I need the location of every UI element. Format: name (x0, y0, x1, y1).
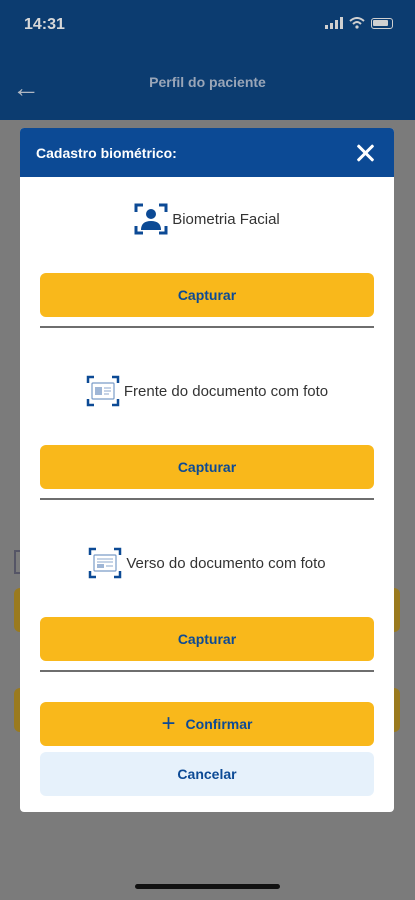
plus-icon: + (161, 710, 176, 737)
battery-icon (371, 17, 393, 29)
page-title: Perfil do paciente (149, 74, 266, 90)
modal-footer: + Confirmar Cancelar (40, 702, 374, 796)
facial-biometry-text: Biometria Facial (172, 210, 280, 228)
document-front-text: Frente do documento com foto (123, 382, 329, 400)
divider (40, 498, 374, 500)
modal-title: Cadastro biométrico: (36, 144, 177, 161)
home-indicator (135, 884, 280, 889)
capture-document-back-button[interactable]: Capturar (40, 617, 374, 661)
confirm-label: Confirmar (185, 716, 253, 732)
status-time: 14:31 (24, 16, 65, 33)
document-front-icon (86, 375, 120, 407)
facial-biometry-section: Biometria Facial Capturar (40, 201, 374, 317)
document-back-section: Verso do documento com foto Capturar (40, 545, 374, 661)
modal-header: Cadastro biométrico: (20, 128, 394, 177)
document-back-icon (89, 547, 122, 579)
capture-face-button[interactable]: Capturar (40, 273, 374, 317)
facial-biometry-label: Biometria Facial (40, 201, 374, 237)
face-scan-icon (134, 203, 168, 235)
biometric-modal: Cadastro biométrico: Biometria Facial Ca… (20, 128, 394, 812)
document-back-label: Verso do documento com foto (40, 545, 374, 581)
status-bar: 14:31 (0, 0, 415, 50)
capture-document-front-button[interactable]: Capturar (40, 445, 374, 489)
divider (40, 670, 374, 672)
divider (40, 326, 374, 328)
document-front-label: Frente do documento com foto (40, 373, 374, 409)
status-icons (325, 17, 393, 29)
confirm-button[interactable]: + Confirmar (40, 702, 374, 746)
document-front-section: Frente do documento com foto Capturar (40, 373, 374, 489)
cancel-button[interactable]: Cancelar (40, 752, 374, 796)
signal-icon (325, 17, 343, 29)
wifi-icon (349, 17, 365, 29)
document-back-text: Verso do documento com foto (126, 554, 326, 572)
close-icon[interactable] (354, 142, 376, 164)
